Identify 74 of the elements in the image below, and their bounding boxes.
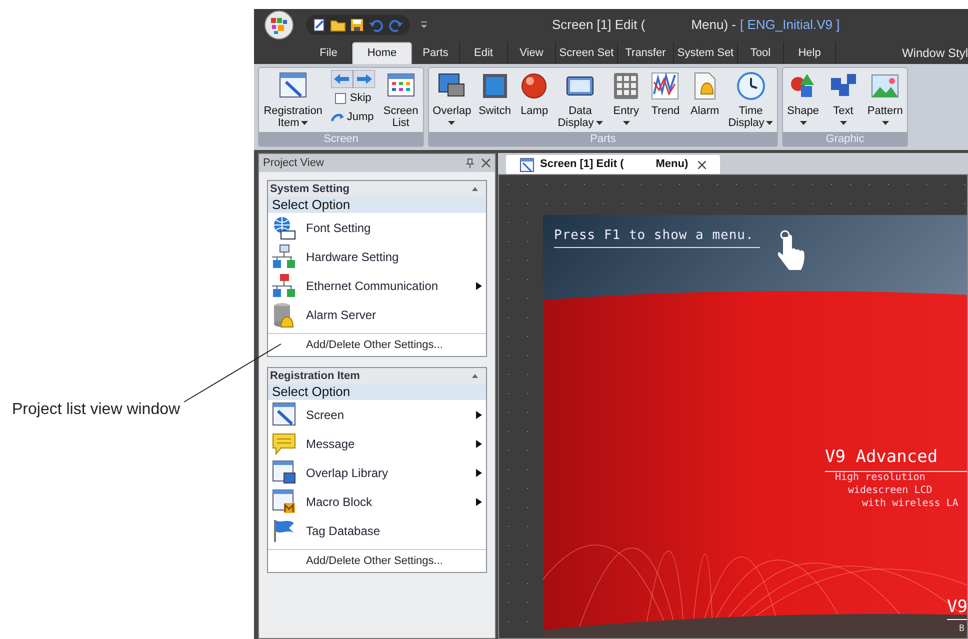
project-name: [ ENG_Initial.V9 ] bbox=[740, 16, 840, 34]
corner-title-text: V9 bbox=[947, 597, 967, 620]
ribbon-group-label: Graphic bbox=[783, 132, 907, 146]
settings-item[interactable]: Ethernet Communication bbox=[268, 271, 486, 300]
panel-title: Project View bbox=[263, 156, 325, 171]
folder-icon bbox=[330, 18, 346, 32]
ribbon-group-label: Parts bbox=[429, 132, 777, 146]
settings-item[interactable]: Font Setting bbox=[268, 213, 486, 242]
settings-item[interactable]: Hardware Setting bbox=[268, 242, 486, 271]
settings-item[interactable]: Alarm Server bbox=[268, 300, 486, 329]
ribbon-button[interactable]: Alarm bbox=[688, 70, 722, 117]
menu-tab[interactable]: Home bbox=[352, 42, 412, 64]
section-title: Registration Item bbox=[270, 368, 361, 384]
skip-checkbox[interactable]: Skip bbox=[334, 90, 372, 106]
pencil-window-icon bbox=[520, 158, 534, 172]
network-icon bbox=[272, 244, 298, 270]
customize-caret-icon bbox=[420, 20, 428, 28]
window-style-label: Window Styl bbox=[902, 45, 968, 62]
ribbon-button[interactable]: Data Display bbox=[556, 70, 604, 129]
pencil-window-icon bbox=[272, 402, 298, 428]
tagline-text: High resolution bbox=[835, 471, 926, 484]
ribbon-button[interactable]: Text bbox=[826, 70, 860, 126]
ribbon-button[interactable]: Switch bbox=[478, 70, 512, 117]
add-delete-link[interactable]: Add/Delete Other Settings... bbox=[268, 550, 486, 572]
collapse-caret-icon bbox=[472, 187, 478, 191]
settings-item[interactable]: Macro Block bbox=[268, 487, 486, 516]
pointing-hand-icon bbox=[777, 229, 807, 273]
curved-arrow-icon bbox=[330, 112, 345, 122]
ribbon-button[interactable]: Overlap bbox=[432, 70, 472, 126]
section-title: System Setting bbox=[270, 182, 350, 197]
window-title: Screen [1] Edit ( bbox=[552, 16, 646, 34]
redo-icon bbox=[388, 18, 404, 32]
ribbon-button[interactable]: Shape bbox=[786, 70, 820, 126]
new-page-icon bbox=[312, 18, 326, 32]
headline-text: V9 Advanced bbox=[825, 445, 967, 472]
app-logo-icon bbox=[262, 10, 296, 40]
settings-item[interactable]: Overlap Library bbox=[268, 458, 486, 487]
undo-icon bbox=[368, 18, 384, 32]
close-icon bbox=[698, 160, 706, 168]
overlap-window-icon bbox=[272, 460, 298, 486]
pin-icon bbox=[465, 158, 475, 168]
annotation-label: Project list view window bbox=[12, 400, 180, 420]
ribbon-button[interactable]: Entry bbox=[609, 70, 644, 126]
save-icon bbox=[350, 18, 364, 32]
macro-window-icon bbox=[272, 488, 298, 514]
left-arrow-icon bbox=[330, 70, 353, 88]
tagline-text: with wireless LA bbox=[862, 497, 958, 510]
collapse-caret-icon bbox=[472, 374, 478, 378]
trend-chart-icon bbox=[649, 70, 682, 102]
right-arrow-icon bbox=[352, 70, 375, 88]
add-delete-link[interactable]: Add/Delete Other Settings... bbox=[268, 334, 486, 356]
ribbon-button[interactable]: Lamp bbox=[517, 70, 552, 117]
ribbon-button[interactable]: Trend bbox=[648, 70, 682, 117]
settings-item[interactable]: Screen bbox=[268, 400, 486, 429]
clock-icon bbox=[734, 70, 767, 102]
speech-bubble-icon bbox=[272, 430, 298, 456]
ribbon-button[interactable]: Screen List bbox=[382, 70, 420, 129]
ribbon-group-label: Screen bbox=[259, 132, 423, 146]
window-title: Menu) - bbox=[691, 16, 736, 34]
ribbon-button[interactable]: Pattern bbox=[866, 70, 904, 126]
close-icon bbox=[481, 158, 491, 168]
select-option-header: Select Option bbox=[268, 384, 486, 400]
editor-tab[interactable]: Screen [1] Edit ( Menu) bbox=[506, 155, 720, 174]
network-icon bbox=[272, 272, 298, 298]
ribbon-button[interactable]: Registration Item bbox=[262, 70, 324, 129]
tagline-text: widescreen LCD bbox=[848, 484, 932, 497]
settings-item[interactable]: Message bbox=[268, 429, 486, 458]
globe-book-icon bbox=[272, 214, 298, 240]
select-option-header: Select Option bbox=[268, 197, 486, 213]
menu-hint-text: Press F1 to show a menu. bbox=[554, 226, 760, 248]
corner-subtitle-text: B bbox=[959, 623, 964, 636]
ribbon-button[interactable]: Time Display bbox=[727, 70, 774, 129]
settings-item[interactable]: Tag Database bbox=[268, 516, 486, 545]
jump-button[interactable]: Jump bbox=[330, 108, 374, 125]
